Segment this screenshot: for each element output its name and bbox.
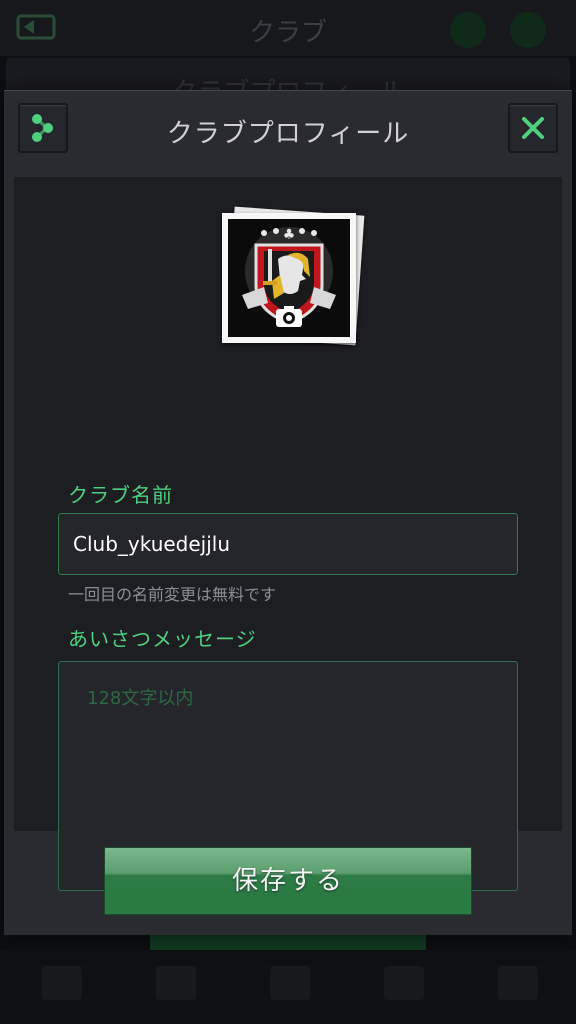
close-button[interactable] xyxy=(508,103,558,153)
greeting-placeholder: 128文字以内 xyxy=(87,688,194,709)
tab-icon xyxy=(270,966,310,1000)
jack-card-emblem-icon: ♣ xyxy=(228,219,350,337)
tab-icon xyxy=(384,966,424,1000)
club-profile-dialog: クラブプロフィール ♣ クラブ名前 Club_ykuedejjlu 一回目の名前… xyxy=(4,90,572,935)
tab-icon xyxy=(156,966,196,1000)
dialog-header: クラブプロフィール xyxy=(4,91,572,177)
mail-icon xyxy=(450,12,486,48)
club-emblem: ♣ xyxy=(228,219,350,337)
tab-icon xyxy=(498,966,538,1000)
background-title: クラブ xyxy=(248,18,327,48)
club-name-input[interactable]: Club_ykuedejjlu xyxy=(58,513,518,575)
screen: クラブ クラブプロフィール クラブプロフィール xyxy=(0,0,576,1024)
background-header: クラブ xyxy=(0,0,576,56)
photo-frame: ♣ xyxy=(222,213,356,343)
svg-text:♣: ♣ xyxy=(283,227,296,243)
club-name-hint: 一回目の名前変更は無料です xyxy=(68,585,277,604)
dialog-content: ♣ クラブ名前 Club_ykuedejjlu 一回目の名前変更は無料です あい… xyxy=(14,177,562,891)
club-avatar-button[interactable]: ♣ xyxy=(220,206,365,347)
dialog-title: クラブプロフィール xyxy=(166,119,410,149)
club-name-label: クラブ名前 xyxy=(68,483,173,507)
user-icon xyxy=(510,12,546,48)
save-button[interactable]: 保存する xyxy=(104,847,472,915)
tab-icon xyxy=(42,966,82,1000)
close-icon xyxy=(522,117,544,139)
greeting-label: あいさつメッセージ xyxy=(68,627,257,651)
